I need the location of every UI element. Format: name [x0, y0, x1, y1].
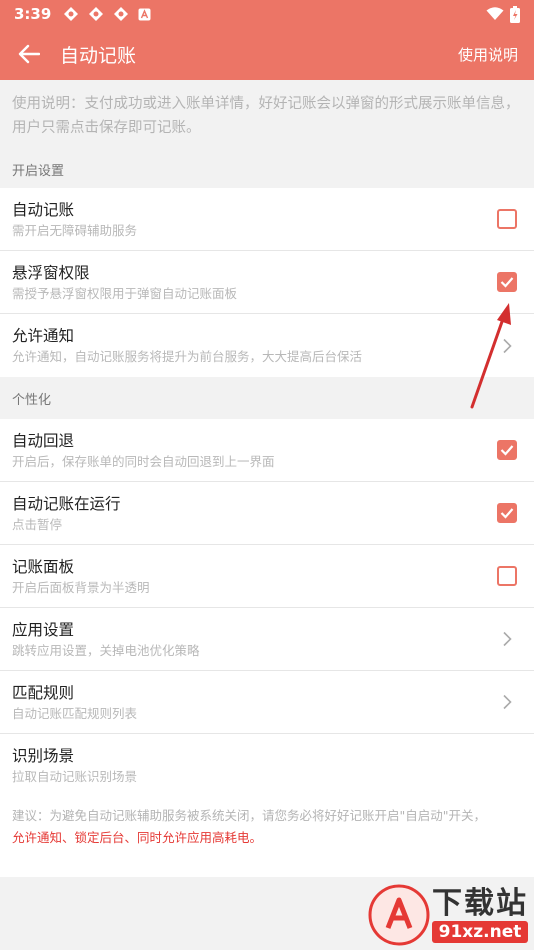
app-notification-icon — [89, 7, 104, 21]
chevron-right-icon — [497, 629, 517, 649]
chevron-right-icon — [497, 336, 517, 356]
text-notification-icon — [138, 8, 151, 20]
floating-window-checkbox[interactable] — [497, 272, 517, 292]
notice-line-2: 允许通知、锁定后台、同时允许应用高耗电。 — [12, 830, 263, 845]
personalization-list: 自动回退 开启后，保存账单的同时会自动回退到上一界面 自动记账在运行 点击暂停 … — [0, 419, 534, 797]
back-button[interactable] — [16, 41, 42, 67]
status-time: 3:39 — [14, 5, 52, 23]
checkmark-icon — [500, 277, 514, 288]
auto-return-checkbox[interactable] — [497, 440, 517, 460]
status-bar: 3:39 — [0, 0, 534, 28]
app-notification-icon — [114, 7, 129, 21]
setting-subtitle: 点击暂停 — [12, 516, 63, 532]
page-title: 自动记账 — [60, 44, 137, 67]
help-button[interactable]: 使用说明 — [458, 44, 518, 65]
setting-title: 允许通知 — [12, 327, 75, 345]
notification-icons — [63, 6, 151, 22]
checkmark-icon — [500, 445, 514, 456]
setting-auto-return[interactable]: 自动回退 开启后，保存账单的同时会自动回退到上一界面 — [0, 419, 534, 482]
setting-service-running[interactable]: 自动记账在运行 点击暂停 — [0, 482, 534, 545]
app-notification-icon — [64, 7, 79, 21]
wifi-icon — [486, 7, 504, 20]
setting-title: 自动回退 — [12, 431, 75, 450]
setting-subtitle: 跳转应用设置，关掉电池优化策略 — [12, 642, 200, 658]
setting-subtitle: 自动记账匹配规则列表 — [12, 705, 138, 721]
setting-app-settings[interactable]: 应用设置 跳转应用设置，关掉电池优化策略 — [0, 608, 534, 671]
battery-icon — [510, 5, 520, 23]
watermark: 下载站 91xz.net — [368, 884, 528, 946]
setting-recognition-scenes[interactable]: 识别场景 拉取自动记账识别场景 — [0, 734, 534, 797]
setting-subtitle: 需开启无障碍辅助服务 — [12, 222, 138, 238]
setting-title: 悬浮窗权限 — [12, 263, 90, 282]
app-bar: 自动记账 使用说明 — [0, 28, 534, 80]
setting-floating-window-permission[interactable]: 悬浮窗权限 需授予悬浮窗权限用于弹窗自动记账面板 — [0, 251, 534, 314]
service-running-checkbox[interactable] — [497, 503, 517, 523]
arrow-left-icon — [18, 44, 40, 64]
watermark-domain: 91xz.net — [432, 921, 528, 943]
setting-subtitle: 允许通知，自动记账服务将提升为前台服务，大大提高后台保活 — [12, 349, 363, 364]
watermark-title: 下载站 — [432, 886, 528, 921]
settings-list: 自动记账 需开启无障碍辅助服务 悬浮窗权限 需授予悬浮窗权限用于弹窗自动记账面板… — [0, 188, 534, 377]
notice-line-1: 建议：为避免自动记账辅助服务被系统关闭，请您务必将好好记账开启"自启动"开关， — [12, 808, 487, 823]
setting-subtitle: 需授予悬浮窗权限用于弹窗自动记账面板 — [12, 285, 238, 301]
setting-title: 自动记账在运行 — [12, 494, 121, 513]
setting-title: 匹配规则 — [12, 683, 75, 702]
setting-title: 自动记账 — [12, 200, 75, 219]
setting-auto-bookkeeping[interactable]: 自动记账 需开启无障碍辅助服务 — [0, 188, 534, 251]
setting-subtitle: 拉取自动记账识别场景 — [12, 769, 138, 784]
usage-description: 使用说明：支付成功或进入账单详情，好好记账会以弹窗的形式展示账单信息，用户只需点… — [12, 96, 520, 136]
setting-match-rules[interactable]: 匹配规则 自动记账匹配规则列表 — [0, 671, 534, 734]
setting-subtitle: 开启后，保存账单的同时会自动回退到上一界面 — [12, 453, 275, 469]
auto-bookkeeping-checkbox[interactable] — [497, 209, 517, 229]
setting-title: 记账面板 — [12, 557, 75, 576]
section-header-personalization: 个性化 — [12, 392, 52, 408]
setting-allow-notification[interactable]: 允许通知 允许通知，自动记账服务将提升为前台服务，大大提高后台保活 — [0, 314, 534, 377]
setting-title: 识别场景 — [12, 747, 75, 765]
setting-title: 应用设置 — [12, 620, 75, 639]
site-logo-icon — [368, 884, 430, 946]
setting-bookkeeping-panel[interactable]: 记账面板 开启后面板背景为半透明 — [0, 545, 534, 608]
section-header-settings: 开启设置 — [12, 164, 65, 179]
chevron-right-icon — [497, 692, 517, 712]
checkmark-icon — [500, 508, 514, 519]
setting-subtitle: 开启后面板背景为半透明 — [12, 579, 150, 595]
panel-translucent-checkbox[interactable] — [497, 566, 517, 586]
keep-alive-notice: 建议：为避免自动记账辅助服务被系统关闭，请您务必将好好记账开启"自启动"开关， … — [0, 797, 534, 877]
